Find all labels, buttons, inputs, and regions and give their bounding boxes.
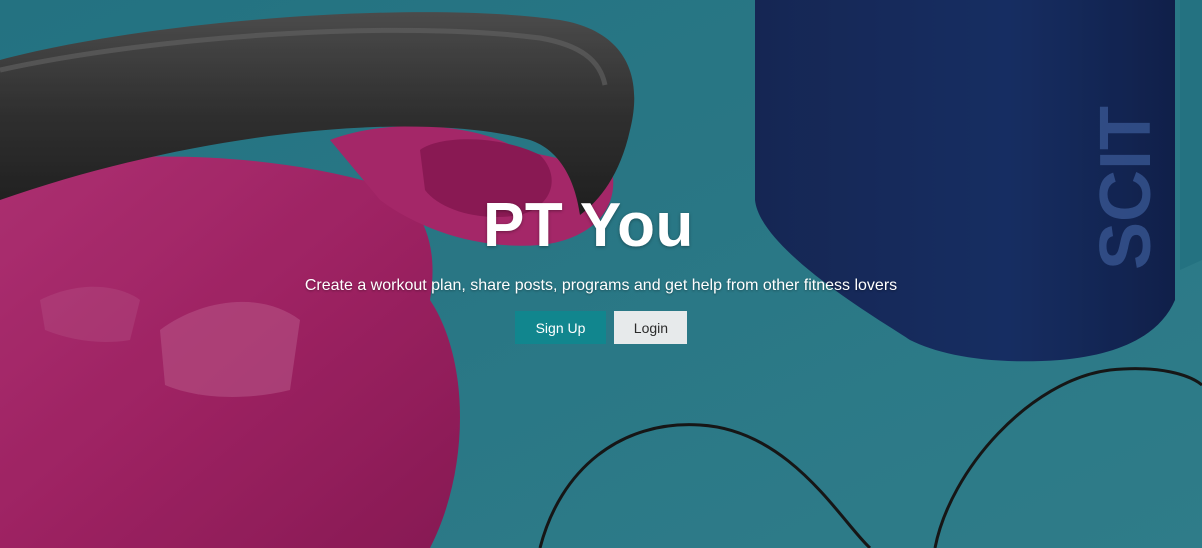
hero-actions: Sign Up Login [0,311,1202,344]
page-title-text: PT You [483,191,694,260]
login-button[interactable]: Login [614,311,688,344]
hero-subtitle: Create a workout plan, share posts, prog… [304,277,898,294]
hero-section: SCIT PT You Create a workout plan, share… [0,0,1202,548]
page-title: PT You [0,190,1202,262]
hero-content: PT You Create a workout plan, share post… [0,190,1202,344]
sign-up-button[interactable]: Sign Up [514,311,607,344]
